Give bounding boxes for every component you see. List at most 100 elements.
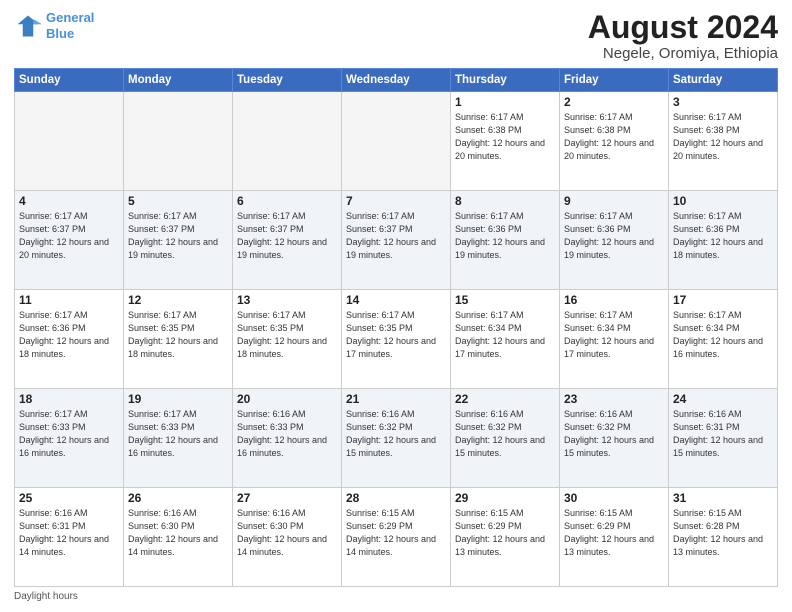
calendar-cell: 9 Sunrise: 6:17 AM Sunset: 6:36 PM Daylig… [560, 191, 669, 290]
day-number: 27 [237, 491, 337, 505]
day-number: 26 [128, 491, 228, 505]
calendar-header-cell: Wednesday [342, 69, 451, 92]
calendar-cell: 14Sunrise: 6:17 AM Sunset: 6:35 PM Dayli… [342, 290, 451, 389]
day-info: Sunrise: 6:17 AM Sunset: 6:34 PM Dayligh… [673, 309, 773, 361]
calendar-cell [15, 92, 124, 191]
day-number: 20 [237, 392, 337, 406]
day-number: 21 [346, 392, 446, 406]
calendar-row: 25 Sunrise: 6:16 AM Sunset: 6:31 PM Dayli… [15, 488, 778, 587]
day-info: Sunrise: 6:17 AM Sunset: 6:33 PM Dayligh… [128, 408, 228, 460]
title-section: August 2024 Negele, Oromiya, Ethiopia [588, 10, 778, 62]
calendar-row: 4 Sunrise: 6:17 AM Sunset: 6:37 PM Daylig… [15, 191, 778, 290]
calendar-cell: 17 Sunrise: 6:17 AM Sunset: 6:34 PM Dayli… [669, 290, 778, 389]
logo-line2: Blue [46, 26, 74, 41]
footer-note: Daylight hours [14, 591, 778, 602]
day-number: 22 [455, 392, 555, 406]
day-number: 2 [564, 95, 664, 109]
day-info: Sunrise: 6:15 AM Sunset: 6:28 PM Dayligh… [673, 507, 773, 559]
calendar-cell: 11 Sunrise: 6:17 AM Sunset: 6:36 PM Dayli… [15, 290, 124, 389]
page: General Blue August 2024 Negele, Oromiya… [0, 0, 792, 612]
calendar-cell: 12Sunrise: 6:17 AM Sunset: 6:35 PM Dayli… [124, 290, 233, 389]
calendar-cell: 23Sunrise: 6:16 AM Sunset: 6:32 PM Dayli… [560, 389, 669, 488]
calendar-header-cell: Sunday [15, 69, 124, 92]
day-info: Sunrise: 6:17 AM Sunset: 6:38 PM Dayligh… [673, 111, 773, 163]
calendar-cell: 3Sunrise: 6:17 AM Sunset: 6:38 PM Daylig… [669, 92, 778, 191]
day-number: 17 [673, 293, 773, 307]
day-number: 5 [128, 194, 228, 208]
day-info: Sunrise: 6:17 AM Sunset: 6:34 PM Dayligh… [564, 309, 664, 361]
day-number: 16 [564, 293, 664, 307]
calendar-cell: 2Sunrise: 6:17 AM Sunset: 6:38 PM Daylig… [560, 92, 669, 191]
calendar-cell: 8 Sunrise: 6:17 AM Sunset: 6:36 PM Daylig… [451, 191, 560, 290]
logo-text: General Blue [46, 10, 94, 41]
day-info: Sunrise: 6:17 AM Sunset: 6:33 PM Dayligh… [19, 408, 119, 460]
calendar-cell [342, 92, 451, 191]
day-number: 9 [564, 194, 664, 208]
day-number: 8 [455, 194, 555, 208]
calendar-cell [233, 92, 342, 191]
calendar-cell: 27Sunrise: 6:16 AM Sunset: 6:30 PM Dayli… [233, 488, 342, 587]
day-number: 19 [128, 392, 228, 406]
calendar-cell: 7 Sunrise: 6:17 AM Sunset: 6:37 PM Daylig… [342, 191, 451, 290]
day-info: Sunrise: 6:17 AM Sunset: 6:35 PM Dayligh… [237, 309, 337, 361]
day-number: 13 [237, 293, 337, 307]
day-info: Sunrise: 6:17 AM Sunset: 6:36 PM Dayligh… [564, 210, 664, 262]
calendar-cell: 21 Sunrise: 6:16 AM Sunset: 6:32 PM Dayli… [342, 389, 451, 488]
logo-line1: General [46, 10, 94, 25]
calendar-header-cell: Thursday [451, 69, 560, 92]
calendar-header-cell: Monday [124, 69, 233, 92]
day-number: 1 [455, 95, 555, 109]
day-number: 25 [19, 491, 119, 505]
day-number: 15 [455, 293, 555, 307]
day-number: 6 [237, 194, 337, 208]
day-info: Sunrise: 6:16 AM Sunset: 6:30 PM Dayligh… [128, 507, 228, 559]
day-info: Sunrise: 6:15 AM Sunset: 6:29 PM Dayligh… [564, 507, 664, 559]
calendar-cell: 31 Sunrise: 6:15 AM Sunset: 6:28 PM Dayli… [669, 488, 778, 587]
day-info: Sunrise: 6:15 AM Sunset: 6:29 PM Dayligh… [346, 507, 446, 559]
calendar-cell: 22Sunrise: 6:16 AM Sunset: 6:32 PM Dayli… [451, 389, 560, 488]
day-number: 24 [673, 392, 773, 406]
day-number: 4 [19, 194, 119, 208]
calendar-cell: 28 Sunrise: 6:15 AM Sunset: 6:29 PM Dayli… [342, 488, 451, 587]
calendar-cell: 10Sunrise: 6:17 AM Sunset: 6:36 PM Dayli… [669, 191, 778, 290]
top-section: General Blue August 2024 Negele, Oromiya… [14, 10, 778, 62]
day-number: 28 [346, 491, 446, 505]
calendar-cell: 15Sunrise: 6:17 AM Sunset: 6:34 PM Dayli… [451, 290, 560, 389]
logo: General Blue [14, 10, 94, 41]
calendar-cell: 24Sunrise: 6:16 AM Sunset: 6:31 PM Dayli… [669, 389, 778, 488]
day-number: 30 [564, 491, 664, 505]
calendar-header-row: SundayMondayTuesdayWednesdayThursdayFrid… [15, 69, 778, 92]
day-number: 18 [19, 392, 119, 406]
calendar-body: 1 Sunrise: 6:17 AM Sunset: 6:38 PM Daylig… [15, 92, 778, 587]
calendar-header-cell: Tuesday [233, 69, 342, 92]
day-info: Sunrise: 6:17 AM Sunset: 6:37 PM Dayligh… [128, 210, 228, 262]
calendar-cell: 30 Sunrise: 6:15 AM Sunset: 6:29 PM Dayli… [560, 488, 669, 587]
day-number: 31 [673, 491, 773, 505]
calendar-cell: 18 Sunrise: 6:17 AM Sunset: 6:33 PM Dayli… [15, 389, 124, 488]
day-info: Sunrise: 6:17 AM Sunset: 6:36 PM Dayligh… [455, 210, 555, 262]
day-info: Sunrise: 6:16 AM Sunset: 6:33 PM Dayligh… [237, 408, 337, 460]
calendar-row: 1 Sunrise: 6:17 AM Sunset: 6:38 PM Daylig… [15, 92, 778, 191]
day-number: 29 [455, 491, 555, 505]
calendar-cell: 19 Sunrise: 6:17 AM Sunset: 6:33 PM Dayli… [124, 389, 233, 488]
day-number: 7 [346, 194, 446, 208]
day-number: 12 [128, 293, 228, 307]
day-info: Sunrise: 6:15 AM Sunset: 6:29 PM Dayligh… [455, 507, 555, 559]
calendar-cell: 20 Sunrise: 6:16 AM Sunset: 6:33 PM Dayli… [233, 389, 342, 488]
day-info: Sunrise: 6:17 AM Sunset: 6:37 PM Dayligh… [346, 210, 446, 262]
day-number: 10 [673, 194, 773, 208]
day-info: Sunrise: 6:16 AM Sunset: 6:32 PM Dayligh… [346, 408, 446, 460]
calendar-cell: 29 Sunrise: 6:15 AM Sunset: 6:29 PM Dayli… [451, 488, 560, 587]
calendar-cell: 26 Sunrise: 6:16 AM Sunset: 6:30 PM Dayli… [124, 488, 233, 587]
day-info: Sunrise: 6:17 AM Sunset: 6:36 PM Dayligh… [19, 309, 119, 361]
day-number: 11 [19, 293, 119, 307]
calendar-header-cell: Saturday [669, 69, 778, 92]
calendar-cell: 13 Sunrise: 6:17 AM Sunset: 6:35 PM Dayli… [233, 290, 342, 389]
day-info: Sunrise: 6:16 AM Sunset: 6:31 PM Dayligh… [19, 507, 119, 559]
day-info: Sunrise: 6:17 AM Sunset: 6:37 PM Dayligh… [237, 210, 337, 262]
calendar-cell: 4Sunrise: 6:17 AM Sunset: 6:37 PM Daylig… [15, 191, 124, 290]
day-number: 23 [564, 392, 664, 406]
calendar-header-cell: Friday [560, 69, 669, 92]
calendar-cell: 1Sunrise: 6:17 AM Sunset: 6:38 PM Daylig… [451, 92, 560, 191]
calendar: SundayMondayTuesdayWednesdayThursdayFrid… [14, 68, 778, 587]
